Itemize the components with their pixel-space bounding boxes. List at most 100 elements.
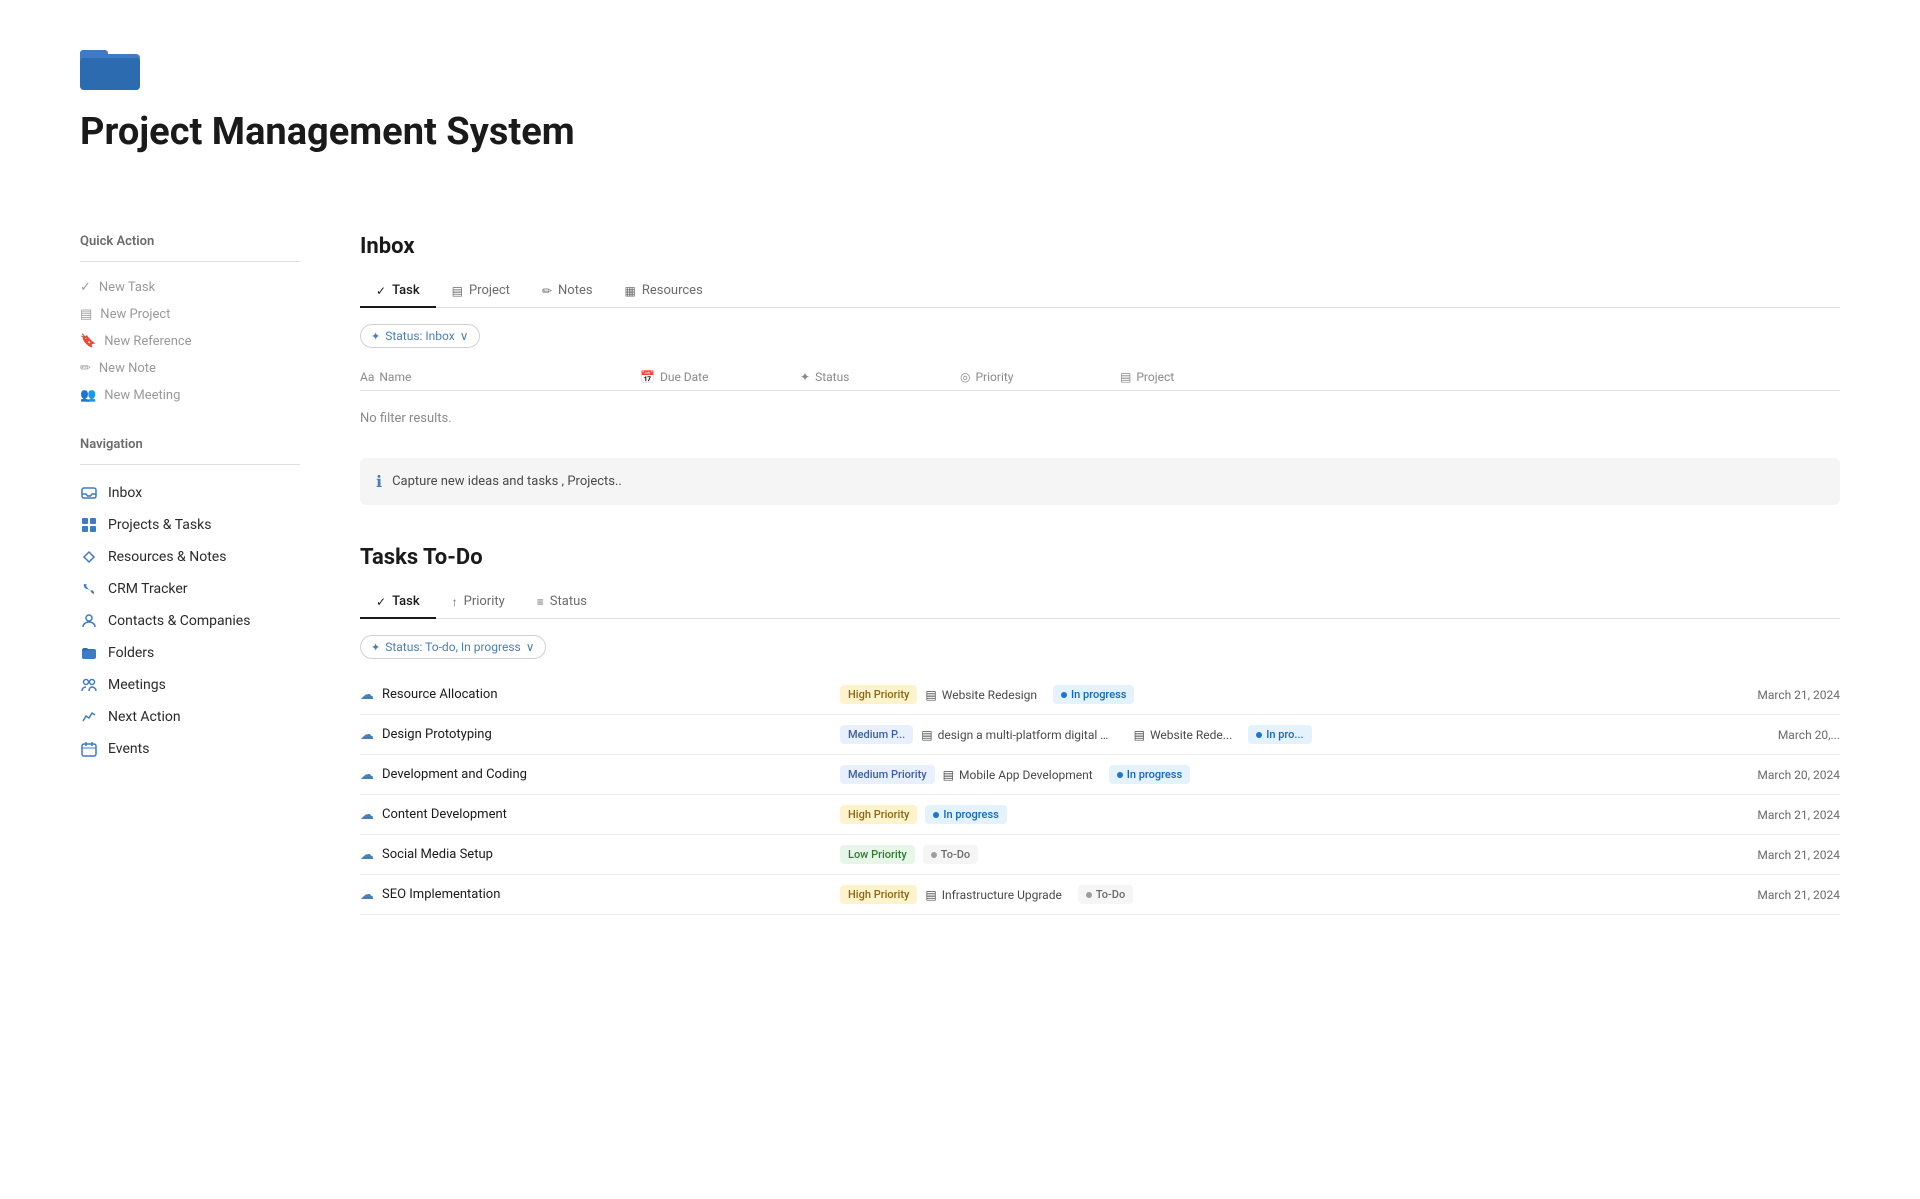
sidebar-item-next-action[interactable]: Next Action	[80, 701, 300, 733]
project-cell: ▤ Website Redesign	[925, 688, 1037, 702]
task-tab-icon: ✓	[376, 284, 386, 298]
tasks-todo-section: Tasks To-Do ✓ Task ↑ Priority ≡ Status	[360, 545, 1840, 915]
task-name-seo: ☁ SEO Implementation	[360, 887, 840, 903]
name-col-label: Name	[379, 370, 411, 384]
status-badge: In progress	[1053, 685, 1134, 704]
new-task-icon: ✓	[80, 280, 91, 295]
priority-badge: Low Priority	[840, 845, 915, 864]
notes-tab-icon: ✏	[542, 284, 552, 298]
sidebar-action-new-project[interactable]: ▤ New Project	[80, 301, 300, 328]
table-row[interactable]: ☁ Resource Allocation High Priority ▤ We…	[360, 675, 1840, 715]
main-content: Quick Action ✓ New Task ▤ New Project 🔖 …	[80, 234, 1840, 915]
header: Project Management System	[80, 40, 1840, 194]
inbox-tab-resources[interactable]: ▦ Resources	[609, 275, 719, 308]
project-col-icon: ▤	[1120, 370, 1131, 384]
sidebar-item-meetings[interactable]: Meetings	[80, 669, 300, 701]
new-reference-label: New Reference	[104, 334, 191, 349]
task-name-resource-allocation: ☁ Resource Allocation	[360, 687, 840, 703]
sidebar-item-crm-tracker[interactable]: CRM Tracker	[80, 573, 300, 605]
sidebar-action-new-task[interactable]: ✓ New Task	[80, 274, 300, 301]
project-tab-label: Project	[469, 283, 510, 298]
project-label: Infrastructure Upgrade	[942, 888, 1062, 902]
task-row-details: High Priority ▤ Website Redesign In prog…	[840, 685, 1757, 704]
status-badge: In progress	[1109, 765, 1190, 784]
inbox-tab-task[interactable]: ✓ Task	[360, 275, 436, 308]
tasks-filter-chevron-icon: ∨	[526, 640, 535, 654]
tasks-status-filter[interactable]: ✦ Status: To-do, In progress ∨	[360, 635, 546, 659]
status-dot	[931, 852, 937, 858]
new-task-label: New Task	[99, 280, 155, 295]
task-name-label: Resource Allocation	[382, 687, 498, 702]
task-name-label: Social Media Setup	[382, 847, 493, 862]
priority-col-icon: ◎	[960, 370, 970, 384]
inbox-tab-project[interactable]: ▤ Project	[436, 275, 526, 308]
new-project-label: New Project	[100, 307, 170, 322]
filter-chevron-icon: ∨	[460, 329, 469, 343]
tasks-filter-row: ✦ Status: To-do, In progress ∨	[360, 635, 1840, 659]
table-row[interactable]: ☁ Social Media Setup Low Priority To-Do …	[360, 835, 1840, 875]
task-name-design-prototyping: ☁ Design Prototyping	[360, 727, 840, 743]
task-name-social-media: ☁ Social Media Setup	[360, 847, 840, 863]
inbox-info-banner: ℹ Capture new ideas and tasks , Projects…	[360, 458, 1840, 505]
folder-icon	[80, 40, 140, 90]
status-dot	[933, 812, 939, 818]
sidebar-item-inbox[interactable]: Inbox	[80, 477, 300, 509]
status-col-icon: ✦	[800, 370, 810, 384]
project-icon: ▤	[925, 688, 936, 702]
task-row-details: High Priority In progress	[840, 805, 1757, 824]
inbox-table-header: Aa Name 📅 Due Date ✦ Status ◎ Priority	[360, 364, 1840, 391]
task-name-label: SEO Implementation	[382, 887, 500, 902]
table-row[interactable]: ☁ SEO Implementation High Priority ▤ Inf…	[360, 875, 1840, 915]
col-header-project: ▤ Project	[1120, 370, 1840, 384]
project-cell: ▤ Mobile App Development	[943, 768, 1093, 782]
meetings-icon	[80, 676, 98, 694]
events-icon	[80, 740, 98, 758]
priority-badge: High Priority	[840, 885, 917, 904]
sidebar-item-events[interactable]: Events	[80, 733, 300, 765]
navigation-title: Navigation	[80, 437, 300, 452]
sidebar-item-folders[interactable]: Folders	[80, 637, 300, 669]
tasks-tab-priority[interactable]: ↑ Priority	[436, 586, 521, 619]
events-label: Events	[108, 741, 149, 757]
tasks-status-label: Status	[550, 594, 587, 609]
project-cell-2: ▤ Website Rede...	[1134, 728, 1233, 742]
folders-label: Folders	[108, 645, 154, 661]
inbox-icon	[80, 484, 98, 502]
status-badge: To-Do	[1078, 885, 1133, 904]
task-row-details: Medium Priority ▤ Mobile App Development…	[840, 765, 1757, 784]
project-cell: ▤ Infrastructure Upgrade	[925, 888, 1061, 902]
next-action-label: Next Action	[108, 709, 181, 725]
tasks-filter-label: Status: To-do, In progress	[385, 640, 521, 654]
table-row[interactable]: ☁ Design Prototyping Medium P... ▤ desig…	[360, 715, 1840, 755]
sidebar-item-contacts-companies[interactable]: Contacts & Companies	[80, 605, 300, 637]
task-row-icon: ☁	[360, 887, 374, 903]
task-row-icon: ☁	[360, 807, 374, 823]
sidebar-action-new-meeting[interactable]: 👥 New Meeting	[80, 382, 300, 409]
tasks-status-icon: ≡	[537, 595, 544, 609]
date-cell: March 20,...	[1778, 728, 1840, 742]
new-reference-icon: 🔖	[80, 334, 96, 349]
resources-tab-icon: ▦	[625, 284, 636, 298]
inbox-tab-notes[interactable]: ✏ Notes	[526, 275, 609, 308]
navigation-divider	[80, 464, 300, 465]
date-cell: March 20, 2024	[1757, 768, 1840, 782]
priority-badge: High Priority	[840, 805, 917, 824]
table-row[interactable]: ☁ Development and Coding Medium Priority…	[360, 755, 1840, 795]
tasks-tab-status[interactable]: ≡ Status	[521, 586, 603, 619]
task-name-label: Design Prototyping	[382, 727, 492, 742]
sidebar-item-resources-notes[interactable]: Resources & Notes	[80, 541, 300, 573]
tasks-tab-task[interactable]: ✓ Task	[360, 586, 436, 619]
inbox-status-filter[interactable]: ✦ Status: Inbox ∨	[360, 324, 480, 348]
priority-badge: Medium P...	[840, 725, 913, 744]
contacts-companies-label: Contacts & Companies	[108, 613, 250, 629]
sidebar-item-projects-tasks[interactable]: Projects & Tasks	[80, 509, 300, 541]
sidebar-action-new-note[interactable]: ✏ New Note	[80, 355, 300, 382]
priority-badge: Medium Priority	[840, 765, 935, 784]
due-col-label: Due Date	[660, 370, 709, 384]
quick-action-title: Quick Action	[80, 234, 300, 249]
content-area: Inbox ✓ Task ▤ Project ✏ Notes	[360, 234, 1840, 915]
table-row[interactable]: ☁ Content Development High Priority In p…	[360, 795, 1840, 835]
sidebar-action-new-reference[interactable]: 🔖 New Reference	[80, 328, 300, 355]
date-cell: March 21, 2024	[1757, 688, 1840, 702]
new-project-icon: ▤	[80, 307, 92, 322]
